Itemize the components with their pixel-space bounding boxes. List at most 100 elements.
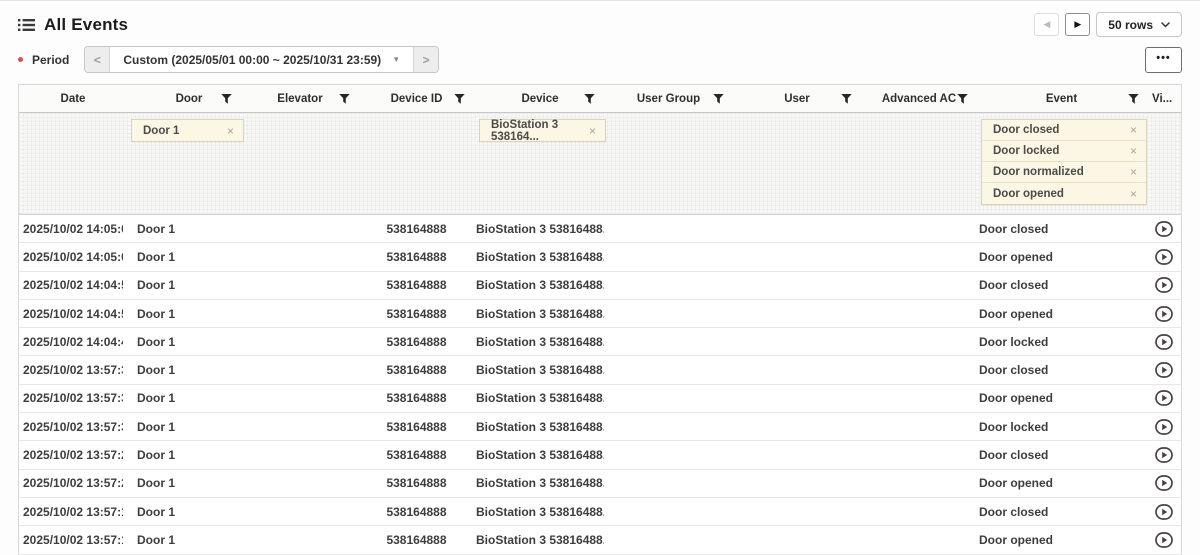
cell-view	[1144, 532, 1183, 548]
cell-view	[1144, 390, 1183, 406]
column-header-advac: Advanced AC	[861, 85, 977, 112]
cell-door: Door 1	[123, 222, 241, 236]
play-icon	[1155, 390, 1173, 406]
period-label: Period	[32, 53, 69, 67]
period-range-control: < Custom (2025/05/01 00:00 ~ 2025/10/31 …	[84, 46, 439, 73]
play-video-button[interactable]	[1155, 362, 1173, 378]
cell-view	[1144, 362, 1183, 378]
period-dropdown[interactable]: Custom (2025/05/01 00:00 ~ 2025/10/31 23…	[110, 47, 413, 72]
play-video-button[interactable]	[1155, 419, 1173, 435]
play-icon	[1155, 504, 1173, 520]
cell-view	[1144, 277, 1183, 293]
more-options-button[interactable]: •••	[1145, 47, 1182, 73]
table-row[interactable]: 2025/10/02 14:04:53Door 1538164888BioSta…	[19, 300, 1181, 328]
play-video-button[interactable]	[1155, 447, 1173, 463]
page-prev-button[interactable]: ◀	[1034, 13, 1059, 36]
play-icon	[1155, 277, 1173, 293]
rows-per-page-dropdown[interactable]: 50 rows	[1096, 12, 1182, 37]
cell-date: 2025/10/02 13:57:39	[19, 363, 123, 377]
filter-icon[interactable]	[713, 94, 724, 104]
column-header-event: Event	[977, 85, 1144, 112]
close-icon[interactable]: ×	[1130, 124, 1137, 136]
table-row[interactable]: 2025/10/02 14:04:44Door 1538164888BioSta…	[19, 328, 1181, 356]
cell-door: Door 1	[123, 533, 241, 547]
list-icon	[18, 18, 35, 32]
cell-device: BioStation 3 53816488...	[474, 222, 604, 236]
cell-device_id: 538164888	[359, 505, 474, 519]
cell-device_id: 538164888	[359, 420, 474, 434]
table-header-row: DateDoorElevatorDevice IDDeviceUser Grou…	[19, 85, 1181, 113]
play-video-button[interactable]	[1155, 475, 1173, 491]
period-prev-button[interactable]: <	[85, 47, 110, 72]
cell-device: BioStation 3 53816488...	[474, 278, 604, 292]
filter-chip-event[interactable]: Door normalized×	[982, 162, 1146, 183]
play-video-button[interactable]	[1155, 532, 1173, 548]
table-row[interactable]: 2025/10/02 13:57:26Door 1538164888BioSta…	[19, 441, 1181, 469]
close-icon[interactable]: ×	[1130, 145, 1137, 157]
cell-date: 2025/10/02 13:57:26	[19, 448, 123, 462]
filter-chip-device[interactable]: BioStation 3 538164... ×	[479, 119, 606, 142]
cell-event: Door opened	[977, 476, 1144, 490]
close-icon[interactable]: ×	[1130, 166, 1137, 178]
table-row[interactable]: 2025/10/02 14:05:02Door 1538164888BioSta…	[19, 215, 1181, 243]
filter-chip-door[interactable]: Door 1 ×	[131, 119, 244, 142]
table-row[interactable]: 2025/10/02 13:57:39Door 1538164888BioSta…	[19, 385, 1181, 413]
filter-icon[interactable]	[841, 94, 852, 104]
cell-event: Door opened	[977, 391, 1144, 405]
filter-chip-event[interactable]: Door opened×	[982, 183, 1146, 204]
cell-view	[1144, 334, 1183, 350]
play-video-button[interactable]	[1155, 221, 1173, 237]
table-row[interactable]: 2025/10/02 13:57:14Door 1538164888BioSta…	[19, 498, 1181, 526]
play-icon	[1155, 475, 1173, 491]
cell-date: 2025/10/02 14:04:53	[19, 307, 123, 321]
close-icon[interactable]: ×	[1130, 188, 1137, 200]
filter-icon[interactable]	[1128, 94, 1139, 104]
cell-device_id: 538164888	[359, 476, 474, 490]
period-next-button[interactable]: >	[413, 47, 438, 72]
play-video-button[interactable]	[1155, 390, 1173, 406]
column-header-date: Date	[19, 85, 123, 112]
close-icon[interactable]: ×	[589, 125, 596, 137]
cell-device_id: 538164888	[359, 335, 474, 349]
filter-icon[interactable]	[221, 94, 232, 104]
cell-device: BioStation 3 53816488...	[474, 391, 604, 405]
filter-chip-label: BioStation 3 538164...	[491, 119, 589, 143]
column-label: User	[784, 93, 810, 105]
filter-icon[interactable]	[584, 94, 595, 104]
play-video-button[interactable]	[1155, 249, 1173, 265]
rows-per-page-value: 50 rows	[1108, 18, 1153, 32]
page-next-button[interactable]: ▶	[1065, 13, 1090, 36]
cell-device_id: 538164888	[359, 533, 474, 547]
table-row[interactable]: 2025/10/02 13:57:34Door 1538164888BioSta…	[19, 413, 1181, 441]
table-row[interactable]: 2025/10/02 14:04:54Door 1538164888BioSta…	[19, 272, 1181, 300]
table-filter-row: Door 1 × BioStation 3 538164... × Door c…	[19, 113, 1181, 215]
cell-event: Door locked	[977, 335, 1144, 349]
play-icon	[1155, 419, 1173, 435]
close-icon[interactable]: ×	[227, 125, 234, 137]
cell-door: Door 1	[123, 363, 241, 377]
filter-chip-event[interactable]: Door closed×	[982, 120, 1146, 141]
table-row[interactable]: 2025/10/02 13:57:24Door 1538164888BioSta…	[19, 470, 1181, 498]
play-icon	[1155, 532, 1173, 548]
cell-device: BioStation 3 53816488...	[474, 476, 604, 490]
play-video-button[interactable]	[1155, 277, 1173, 293]
filter-icon[interactable]	[957, 94, 968, 104]
play-icon	[1155, 249, 1173, 265]
filter-icon[interactable]	[454, 94, 465, 104]
required-dot	[18, 57, 23, 62]
filter-icon[interactable]	[339, 94, 350, 104]
table-row[interactable]: 2025/10/02 13:57:14Door 1538164888BioSta…	[19, 526, 1181, 554]
play-video-button[interactable]	[1155, 334, 1173, 350]
table-row[interactable]: 2025/10/02 14:05:01Door 1538164888BioSta…	[19, 243, 1181, 271]
table-row[interactable]: 2025/10/02 13:57:39Door 1538164888BioSta…	[19, 356, 1181, 384]
cell-date: 2025/10/02 13:57:14	[19, 533, 123, 547]
cell-event: Door closed	[977, 278, 1144, 292]
cell-view	[1144, 306, 1183, 322]
chevron-down-icon	[1161, 22, 1170, 28]
filter-chip-event[interactable]: Door locked×	[982, 141, 1146, 162]
cell-device_id: 538164888	[359, 448, 474, 462]
play-video-button[interactable]	[1155, 306, 1173, 322]
play-video-button[interactable]	[1155, 504, 1173, 520]
cell-door: Door 1	[123, 335, 241, 349]
cell-device: BioStation 3 53816488...	[474, 307, 604, 321]
